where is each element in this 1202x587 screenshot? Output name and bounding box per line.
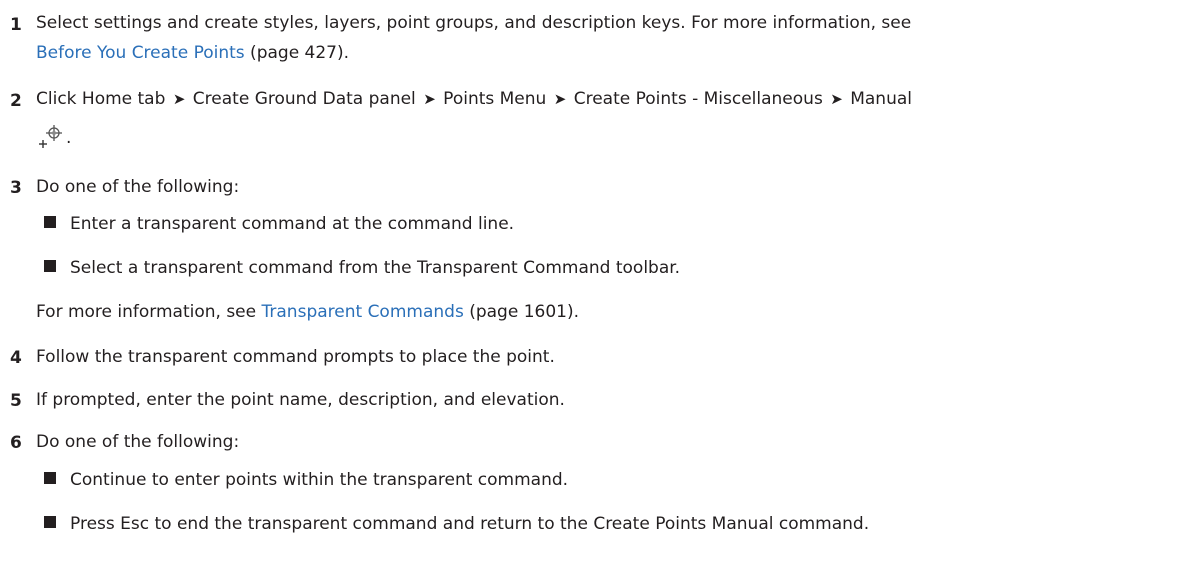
- note-prefix: For more information, see: [36, 302, 262, 322]
- menu-path-home: Click Home tab: [36, 89, 166, 109]
- list-item: Enter a transparent command at the comma…: [44, 214, 514, 234]
- step-text: Select settings and create styles, layer…: [36, 8, 1192, 68]
- bullet-text: Enter a transparent command at the comma…: [70, 214, 515, 234]
- page-reference: (page 1601).: [463, 302, 580, 322]
- bullet-text: Press Esc to end the transparent command…: [70, 514, 870, 534]
- create-point-manual-icon: [39, 125, 62, 148]
- step-number: 2: [10, 91, 22, 111]
- step-3-note: For more information, see Transparent Co…: [36, 302, 579, 322]
- page-reference: (page 427).: [244, 43, 350, 63]
- transparent-commands-link[interactable]: Transparent Commands: [262, 302, 464, 322]
- bullet-icon: [44, 516, 56, 528]
- step-number: 5: [10, 391, 22, 411]
- arrow-icon: ➤: [172, 90, 186, 108]
- menu-path-misc: Create Points - Miscellaneous: [573, 89, 823, 109]
- step-1-line1: Select settings and create styles, layer…: [36, 13, 912, 33]
- step-number: 4: [10, 348, 22, 368]
- step-text: Click Home tab ➤ Create Ground Data pane…: [36, 84, 1192, 114]
- step-text: If prompted, enter the point name, descr…: [36, 390, 565, 410]
- step-number: 3: [10, 178, 22, 198]
- step-text: Follow the transparent command prompts t…: [36, 347, 555, 367]
- arrow-icon: ➤: [830, 90, 843, 108]
- list-item: Select a transparent command from the Tr…: [44, 258, 680, 278]
- step-text: Do one of the following:: [36, 177, 240, 197]
- bullet-text: Select a transparent command from the Tr…: [70, 258, 681, 278]
- list-item: Press Esc to end the transparent command…: [44, 514, 869, 534]
- menu-path-panel: Create Ground Data panel: [192, 89, 416, 109]
- bullet-text: Continue to enter points within the tran…: [70, 470, 569, 490]
- step-number: 1: [10, 15, 22, 35]
- bullet-icon: [44, 260, 56, 272]
- step-period: .: [66, 128, 72, 148]
- bullet-icon: [44, 216, 56, 228]
- before-you-create-points-link[interactable]: Before You Create Points: [36, 43, 245, 63]
- arrow-icon: ➤: [553, 90, 567, 108]
- menu-path-points-menu: Points Menu: [443, 89, 547, 109]
- menu-path-manual: Manual: [850, 89, 912, 109]
- step-text: Do one of the following:: [36, 432, 240, 452]
- bullet-icon: [44, 472, 56, 484]
- list-item: Continue to enter points within the tran…: [44, 470, 568, 490]
- arrow-icon: ➤: [423, 90, 436, 108]
- step-number: 6: [10, 433, 22, 453]
